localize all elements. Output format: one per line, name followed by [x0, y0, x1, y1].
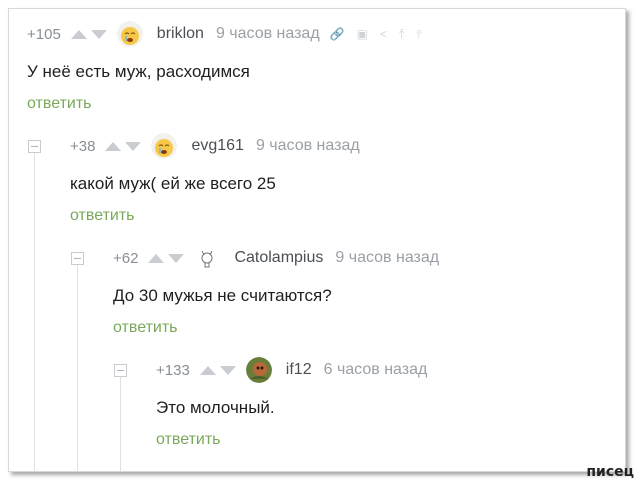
reply-link[interactable]: ответить: [70, 207, 135, 225]
reply-link[interactable]: ответить: [113, 319, 178, 337]
site-watermark: писец: [586, 464, 634, 480]
crying-emoji-avatar-icon: [116, 21, 143, 47]
upvote-icon[interactable]: [199, 365, 216, 375]
author-name[interactable]: Catolampius: [234, 249, 323, 267]
downvote-icon[interactable]: [125, 141, 142, 151]
thread-line-level-3: [120, 377, 121, 471]
rating: +38: [70, 137, 96, 155]
avatar[interactable]: [116, 21, 143, 47]
comment-text: До 30 мужья не считаются?: [113, 286, 332, 305]
comment-4-header: +133 if12 6 часов назад: [156, 357, 427, 383]
comment-1-header: +105 briklon 9 часов назад 🔗 ▣ < ⤒ ⫯: [27, 21, 422, 47]
link-icon[interactable]: 🔗: [330, 28, 345, 40]
collapse-toggle[interactable]: [71, 252, 84, 265]
downvote-icon[interactable]: [90, 29, 107, 39]
thread-line-level-2: [77, 264, 78, 471]
downvote-icon[interactable]: [168, 253, 185, 263]
comment-text: У неё есть муж, расходимся: [27, 62, 250, 81]
collapse-toggle[interactable]: [28, 140, 41, 153]
crying-emoji-avatar-icon: [151, 133, 178, 159]
scroll-up-icon[interactable]: ⤒: [399, 28, 404, 40]
reply-link[interactable]: ответить: [27, 95, 92, 113]
author-name[interactable]: evg161: [191, 137, 244, 155]
upvote-icon[interactable]: [148, 253, 165, 263]
avatar[interactable]: [194, 245, 221, 271]
comment-tools: 🔗 ▣ < ⤒ ⫯: [330, 28, 422, 40]
branch-icon[interactable]: ⫯: [416, 28, 421, 40]
collapse-toggle[interactable]: [114, 364, 127, 377]
timestamp[interactable]: 9 часов назад: [335, 249, 439, 267]
reply-link[interactable]: ответить: [156, 431, 221, 449]
rating: +105: [27, 25, 61, 43]
timestamp[interactable]: 9 часов назад: [216, 25, 320, 43]
thread-line-level-1: [34, 151, 35, 471]
rating: +62: [113, 249, 139, 267]
comment-3-header: +62 Catolampius 9 часов назад: [113, 245, 439, 271]
comments-panel: +105 briklon 9 часов назад 🔗 ▣ < ⤒ ⫯ У н…: [8, 8, 626, 472]
author-name[interactable]: if12: [286, 361, 312, 379]
share-icon[interactable]: <: [380, 28, 387, 40]
downvote-icon[interactable]: [219, 365, 236, 375]
timestamp[interactable]: 9 часов назад: [256, 137, 360, 155]
photo-avatar-icon: [245, 357, 272, 383]
timestamp[interactable]: 6 часов назад: [324, 361, 428, 379]
comment-text: какой муж( ей же всего 25: [70, 174, 276, 193]
save-icon[interactable]: ▣: [357, 28, 368, 40]
comment-text: Это молочный.: [156, 398, 275, 417]
avatar[interactable]: [245, 357, 272, 383]
upvote-icon[interactable]: [105, 141, 122, 151]
upvote-icon[interactable]: [70, 29, 87, 39]
comment-2-header: +38 evg161 9 часов назад: [70, 133, 360, 159]
rating: +133: [156, 361, 190, 379]
author-name[interactable]: briklon: [157, 25, 204, 43]
lamp-cat-avatar-icon: [194, 245, 221, 271]
avatar[interactable]: [151, 133, 178, 159]
